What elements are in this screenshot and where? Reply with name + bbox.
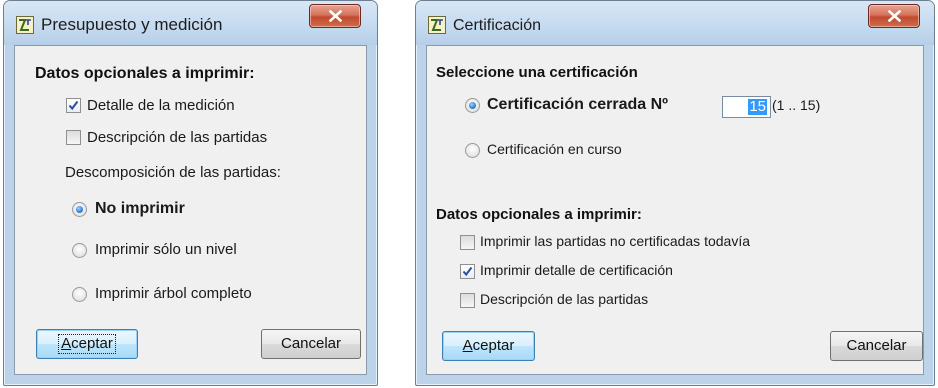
window-title: Certificación	[453, 17, 542, 34]
radio-label[interactable]: Certificación cerrada Nº	[487, 96, 668, 114]
radio-label[interactable]: No imprimir	[95, 200, 185, 218]
window-title: Presupuesto y medición	[41, 15, 223, 34]
radio-label[interactable]: Certificación en curso	[487, 141, 622, 157]
radio-label[interactable]: Imprimir sólo un nivel	[95, 241, 237, 258]
checkmark-icon	[68, 100, 79, 111]
app-icon	[16, 16, 34, 34]
dialog-presupuesto: Presupuesto y medición Datos opcionales …	[3, 0, 378, 386]
checkbox-detalle-certificacion[interactable]	[460, 264, 475, 279]
section-title: Datos opcionales a imprimir:	[35, 65, 255, 82]
radio-no-imprimir[interactable]	[72, 202, 87, 217]
app-icon	[428, 16, 446, 34]
radio-label[interactable]: Imprimir árbol completo	[95, 285, 252, 302]
cancel-button[interactable]: Cancelar	[261, 329, 361, 359]
radio-certificacion-cerrada[interactable]	[465, 98, 480, 113]
section-title: Datos opcionales a imprimir:	[436, 206, 642, 223]
checkbox-label[interactable]: Descripción de las partidas	[480, 291, 648, 307]
accept-button[interactable]: Aceptar	[36, 329, 138, 359]
certificate-number-input[interactable]: 15	[722, 96, 771, 118]
checkbox-label[interactable]: Imprimir las partidas no certificadas to…	[480, 233, 750, 249]
checkbox-detalle-medicion[interactable]	[66, 98, 81, 113]
button-label: ceptar	[71, 335, 113, 352]
dialog-certificacion: Certificación Seleccione una certificaci…	[415, 0, 935, 386]
focus-rect: Aceptar	[58, 334, 116, 354]
dialog-client-area: Datos opcionales a imprimir: Detalle de …	[14, 45, 367, 375]
checkbox-label[interactable]: Descripción de las partidas	[87, 129, 267, 146]
accelerator-key: A	[61, 335, 72, 352]
radio-certificacion-en-curso[interactable]	[465, 143, 480, 158]
checkbox-label[interactable]: Imprimir detalle de certificación	[480, 262, 673, 278]
accept-button[interactable]: Aceptar	[442, 331, 535, 361]
accelerator-key: A	[462, 337, 473, 354]
radio-imprimir-un-nivel[interactable]	[72, 243, 87, 258]
checkmark-icon	[462, 266, 473, 277]
cancel-button[interactable]: Cancelar	[830, 331, 923, 361]
radio-imprimir-arbol[interactable]	[72, 287, 87, 302]
decomposition-label: Descomposición de las partidas:	[65, 164, 281, 181]
checkbox-descripcion-partidas[interactable]	[66, 130, 81, 145]
checkbox-descripcion-partidas[interactable]	[460, 293, 475, 308]
close-icon	[888, 10, 901, 22]
titlebar[interactable]: Presupuesto y medición	[4, 1, 377, 45]
range-label: (1 .. 15)	[772, 97, 821, 113]
selected-value: 15	[748, 98, 767, 115]
close-icon	[329, 10, 342, 22]
checkbox-label[interactable]: Detalle de la medición	[87, 97, 235, 114]
close-button[interactable]	[309, 4, 361, 28]
section-title: Seleccione una certificación	[436, 64, 638, 81]
button-label: ceptar	[472, 337, 515, 354]
checkbox-partidas-no-certificadas[interactable]	[460, 235, 475, 250]
close-button[interactable]	[868, 4, 920, 28]
titlebar[interactable]: Certificación	[416, 1, 934, 45]
dialog-client-area: Seleccione una certificación Certificaci…	[426, 45, 924, 375]
